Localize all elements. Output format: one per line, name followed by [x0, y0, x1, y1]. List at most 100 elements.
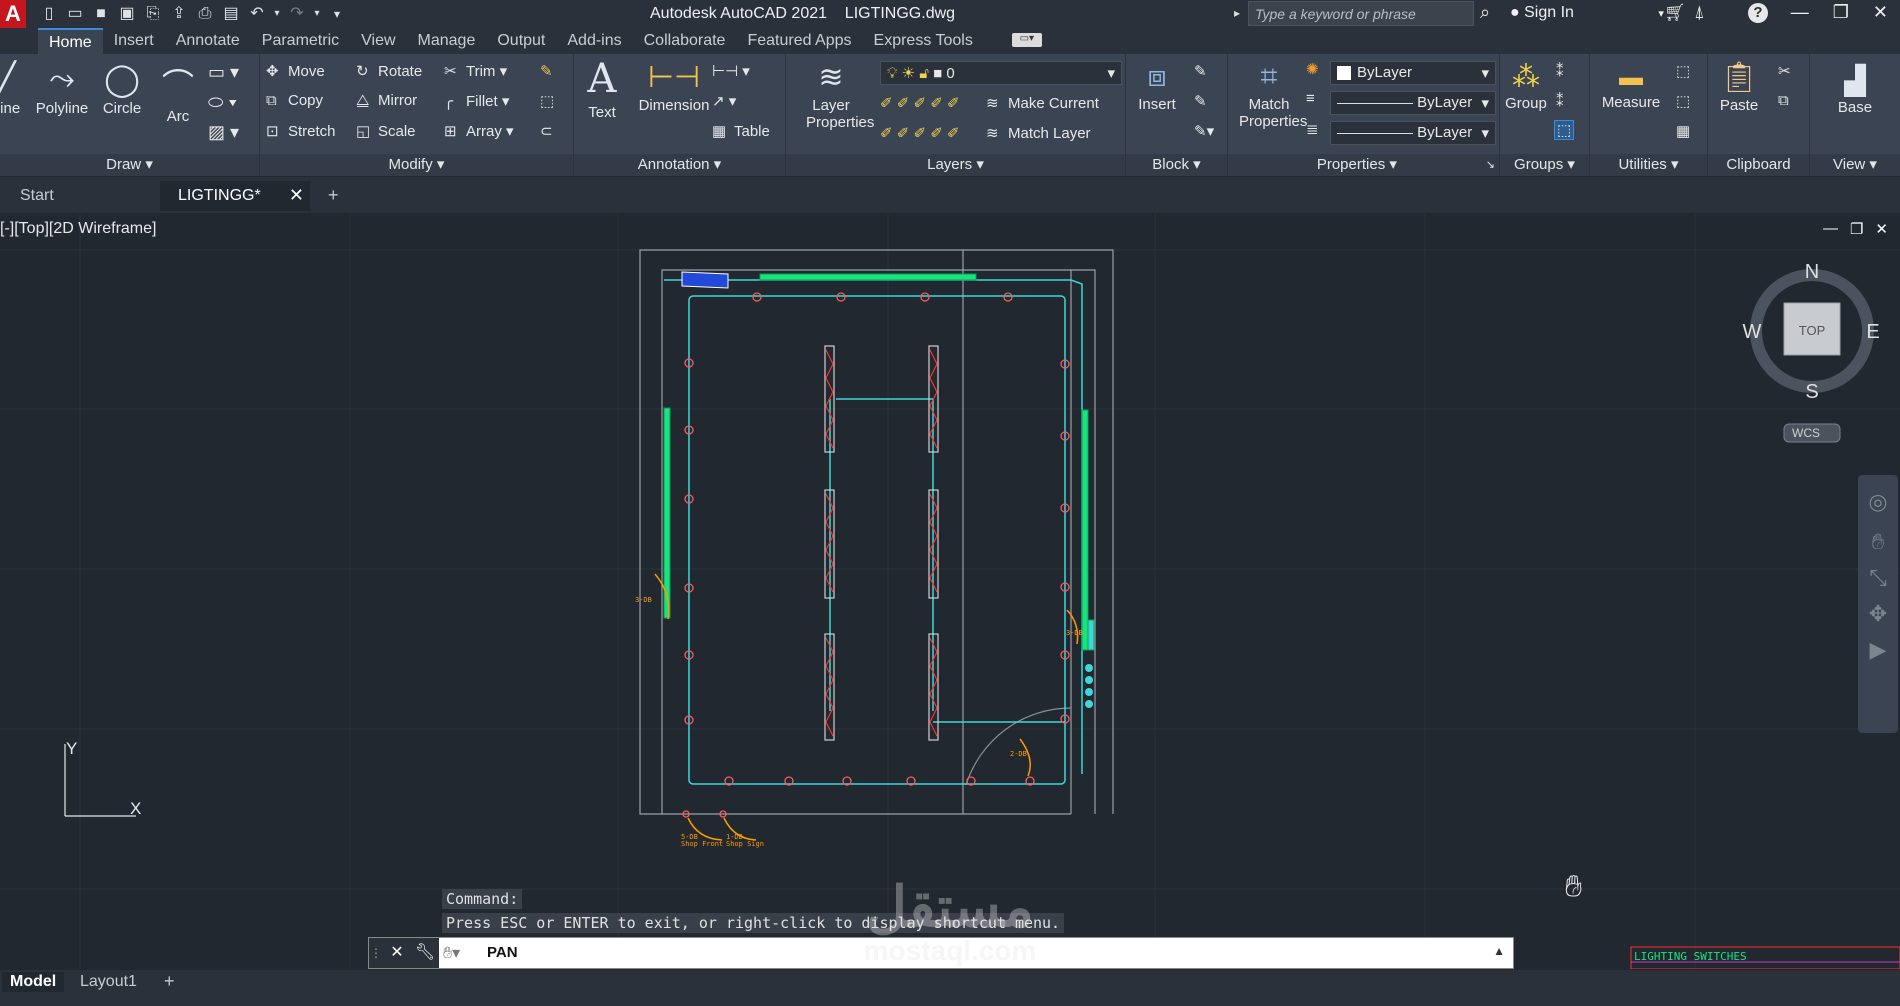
minimize-icon[interactable]: —: [1791, 2, 1809, 23]
explode-icon[interactable]: ⬚: [540, 92, 554, 110]
erase-icon[interactable]: ✎: [540, 62, 553, 80]
block-attributes-icon[interactable]: ✎▾: [1194, 122, 1214, 140]
add-layout-button[interactable]: +: [156, 970, 183, 993]
layers-panel-title[interactable]: Layers ▾: [786, 154, 1125, 176]
autocad-logo-icon[interactable]: A: [0, 0, 26, 28]
groups-panel-title[interactable]: Groups ▾: [1500, 154, 1589, 176]
linetype-icon[interactable]: ≡: [1306, 90, 1315, 107]
rotate-button[interactable]: ↻ Rotate: [356, 62, 422, 80]
redo-icon[interactable]: ↷: [286, 3, 308, 25]
tab-collaborate[interactable]: Collaborate: [633, 28, 737, 54]
undo-dropdown-icon[interactable]: ▾: [272, 3, 282, 25]
modify-panel-title[interactable]: Modify ▾: [260, 154, 573, 176]
restore-icon[interactable]: ❐: [1833, 2, 1849, 23]
rectangle-icon[interactable]: ▭ ▾: [208, 62, 239, 83]
utilities-panel-title[interactable]: Utilities ▾: [1590, 154, 1707, 176]
viewcube-north[interactable]: N: [1805, 261, 1819, 283]
group-selection-icon[interactable]: ⬚: [1554, 120, 1575, 140]
drawing-viewport[interactable]: 3-DB 3-DB 2-DB 5-DB Shop Front 1-DB Shop…: [0, 214, 1900, 969]
trim-button[interactable]: ✂ Trim ▾: [444, 62, 507, 80]
layer-tools-row-1[interactable]: ✐ ✐ ✐ ✐ ✐: [880, 94, 960, 112]
ellipse-icon[interactable]: ⬭ ▾: [208, 92, 237, 113]
open-from-web-icon[interactable]: ⎘: [142, 3, 164, 25]
zoom-extents-icon[interactable]: ⤡: [1858, 565, 1898, 591]
arc-button[interactable]: ⌒ Arc: [156, 60, 200, 125]
print-icon[interactable]: ▤: [220, 3, 242, 25]
offset-icon[interactable]: ⊂: [540, 122, 553, 140]
command-close-icon[interactable]: ✕: [383, 938, 411, 968]
tab-model[interactable]: Model: [2, 972, 65, 992]
viewcube-top-face[interactable]: TOP: [1799, 323, 1826, 338]
copy-button[interactable]: ⧉ Copy: [266, 92, 323, 109]
tab-drawing[interactable]: LIGTINGG* ✕: [160, 181, 310, 211]
match-properties-button[interactable]: ⌗ Match Properties: [1232, 60, 1307, 130]
command-customize-icon[interactable]: 🔧︎: [411, 938, 439, 968]
cart-icon[interactable]: 🛒︎: [1664, 3, 1686, 23]
viewcube-south[interactable]: S: [1805, 381, 1818, 403]
group-edit-icon[interactable]: ⁑: [1556, 92, 1564, 110]
viewcube-east[interactable]: E: [1866, 321, 1879, 343]
undo-icon[interactable]: ↶: [246, 3, 268, 25]
mirror-button[interactable]: ⧋ Mirror: [356, 92, 417, 109]
group-button[interactable]: ⁂ Group: [1504, 60, 1548, 112]
help-icon[interactable]: ?: [1748, 3, 1768, 23]
tab-start[interactable]: Start: [2, 181, 160, 211]
properties-launcher-icon[interactable]: ↘: [1486, 154, 1495, 176]
annotation-panel-title[interactable]: Annotation ▾: [574, 154, 785, 176]
make-current-button[interactable]: ≋ Make Current: [986, 94, 1099, 112]
cut-icon[interactable]: ✂: [1778, 62, 1791, 80]
help-search-input[interactable]: Type a keyword or phrase: [1248, 1, 1474, 26]
measure-button[interactable]: ▬ Measure: [1596, 64, 1666, 111]
view-panel-title[interactable]: View ▾: [1810, 154, 1900, 176]
lineweight-dropdown[interactable]: ByLayer ▾: [1330, 121, 1496, 145]
tab-view[interactable]: View: [350, 28, 406, 54]
create-block-icon[interactable]: ✎: [1194, 62, 1207, 80]
showmotion-icon[interactable]: ▶: [1858, 637, 1898, 663]
tab-home[interactable]: Home: [38, 28, 103, 54]
save-to-web-icon[interactable]: ⇪: [168, 3, 190, 25]
ribbon-state-toggle-icon[interactable]: ▭▾: [1011, 33, 1042, 47]
autodesk-app-icon[interactable]: ⍋: [1694, 2, 1705, 23]
wcs-menu[interactable]: WCS: [1792, 426, 1820, 440]
block-panel-title[interactable]: Block ▾: [1126, 154, 1227, 176]
ungroup-icon[interactable]: ⁑: [1556, 62, 1564, 80]
paste-button[interactable]: 📋︎ Paste: [1714, 60, 1764, 114]
command-history-expand-icon[interactable]: ▲: [1493, 944, 1505, 958]
select-all-icon[interactable]: ⬚: [1676, 92, 1690, 110]
search-expand-icon[interactable]: ▸: [1234, 6, 1240, 20]
binoculars-icon[interactable]: ⌕: [1480, 2, 1490, 23]
tab-annotate[interactable]: Annotate: [165, 28, 251, 54]
copy-clip-icon[interactable]: ⧉: [1778, 92, 1789, 109]
close-tab-icon[interactable]: ✕: [289, 185, 304, 206]
hatch-icon[interactable]: ▨ ▾: [208, 122, 239, 143]
linear-dim-icon[interactable]: ⊢⊣ ▾: [712, 62, 750, 80]
calculator-icon[interactable]: ▦: [1676, 122, 1690, 140]
save-icon[interactable]: ■: [90, 3, 112, 25]
tab-layout1[interactable]: Layout1: [72, 972, 145, 992]
vp-minimize-icon[interactable]: —: [1823, 220, 1838, 238]
viewport-controls-label[interactable]: [-][Top][2D Wireframe]: [0, 220, 156, 238]
quick-select-icon[interactable]: ⬚: [1676, 62, 1690, 80]
close-icon[interactable]: ✕: [1873, 2, 1888, 23]
polyline-button[interactable]: ⤳ Polyline: [30, 60, 94, 117]
viewcube-west[interactable]: W: [1743, 321, 1762, 343]
save-as-icon[interactable]: ▣: [116, 3, 138, 25]
tab-insert[interactable]: Insert: [103, 28, 165, 54]
match-layer-button[interactable]: ≋ Match Layer: [986, 124, 1091, 142]
stretch-button[interactable]: ⊡ Stretch: [266, 122, 336, 140]
layer-properties-button[interactable]: ≋ Layer Properties: [796, 60, 874, 131]
layer-dropdown[interactable]: 💡︎ ☀ 🔓︎ ■ 0 ▾: [880, 61, 1122, 85]
edit-block-icon[interactable]: ✎: [1194, 92, 1207, 110]
tab-express-tools[interactable]: Express Tools: [863, 28, 984, 54]
circle-button[interactable]: ◯ Circle: [100, 60, 144, 117]
redo-dropdown-icon[interactable]: ▾: [312, 3, 322, 25]
sign-in-button[interactable]: ● Sign In ▾: [1510, 4, 1664, 22]
scale-button[interactable]: ◱ Scale: [356, 122, 416, 140]
new-tab-button[interactable]: +: [320, 181, 347, 211]
tab-manage[interactable]: Manage: [407, 28, 487, 54]
viewcube[interactable]: TOP N S E W WCS: [1743, 261, 1880, 443]
open-file-icon[interactable]: ▭: [64, 3, 86, 25]
layer-tools-row-2[interactable]: ✐ ✐ ✐ ✐ ✐: [880, 124, 960, 142]
tab-output[interactable]: Output: [486, 28, 556, 54]
text-button[interactable]: A Text: [582, 56, 622, 121]
